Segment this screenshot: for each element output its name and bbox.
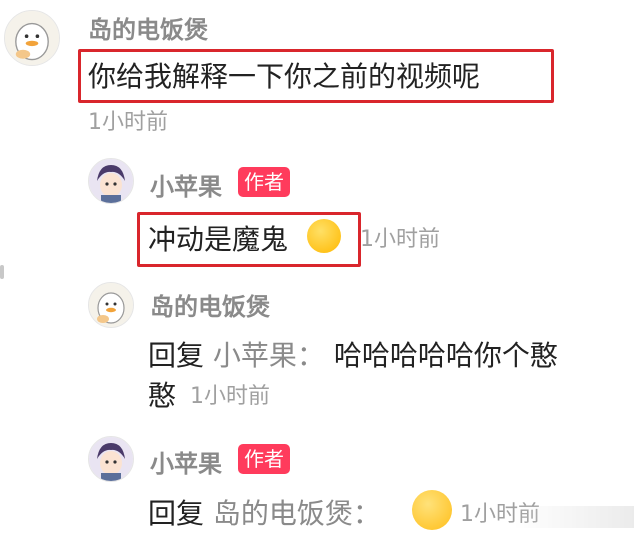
anime-boy-avatar-icon [89, 437, 133, 481]
watermark [514, 506, 634, 528]
commenter-avatar[interactable] [4, 10, 60, 66]
reply-text-continued: 憨 [148, 379, 177, 412]
comment-text: 你给我解释一下你之前的视频呢 [88, 60, 481, 93]
reply-target-name[interactable]: 小苹果： [213, 339, 325, 372]
reply-target-name[interactable]: 岛的电饭煲： [213, 497, 381, 530]
commenter-name[interactable]: 岛的电饭煲 [88, 10, 208, 45]
duck-avatar-icon [89, 283, 133, 327]
author-badge: 作者 [238, 444, 290, 474]
reply-keyword: 回复 [148, 339, 205, 372]
reply-author-avatar[interactable] [88, 158, 134, 204]
comment-time: 1小时前 [88, 110, 168, 135]
anime-boy-avatar-icon [89, 159, 133, 203]
scroll-edge-indicator [0, 265, 4, 279]
laugh-emoji-icon [307, 219, 341, 253]
reply-time: 1小时前 [190, 384, 270, 409]
reply-text-line: 回复 岛的电饭煲： [148, 492, 381, 532]
reply-text-line: 回复 小苹果： 哈哈哈哈哈你个憨 [148, 334, 558, 374]
reply-author-name[interactable]: 小苹果 [150, 167, 222, 202]
reply-author-name[interactable]: 岛的电饭煲 [150, 287, 270, 322]
duck-avatar-icon [5, 11, 59, 65]
reply-text: 哈哈哈哈哈你个憨 [333, 339, 558, 372]
reply-keyword: 回复 [148, 497, 205, 530]
reply-author-avatar[interactable] [88, 282, 134, 328]
reply-author-name[interactable]: 小苹果 [150, 444, 222, 479]
author-badge: 作者 [238, 167, 290, 197]
reply-author-avatar[interactable] [88, 436, 134, 482]
shush-emoji-icon [412, 490, 452, 530]
reply-text: 冲动是魔鬼 [148, 223, 289, 256]
reply-time: 1小时前 [360, 227, 440, 252]
